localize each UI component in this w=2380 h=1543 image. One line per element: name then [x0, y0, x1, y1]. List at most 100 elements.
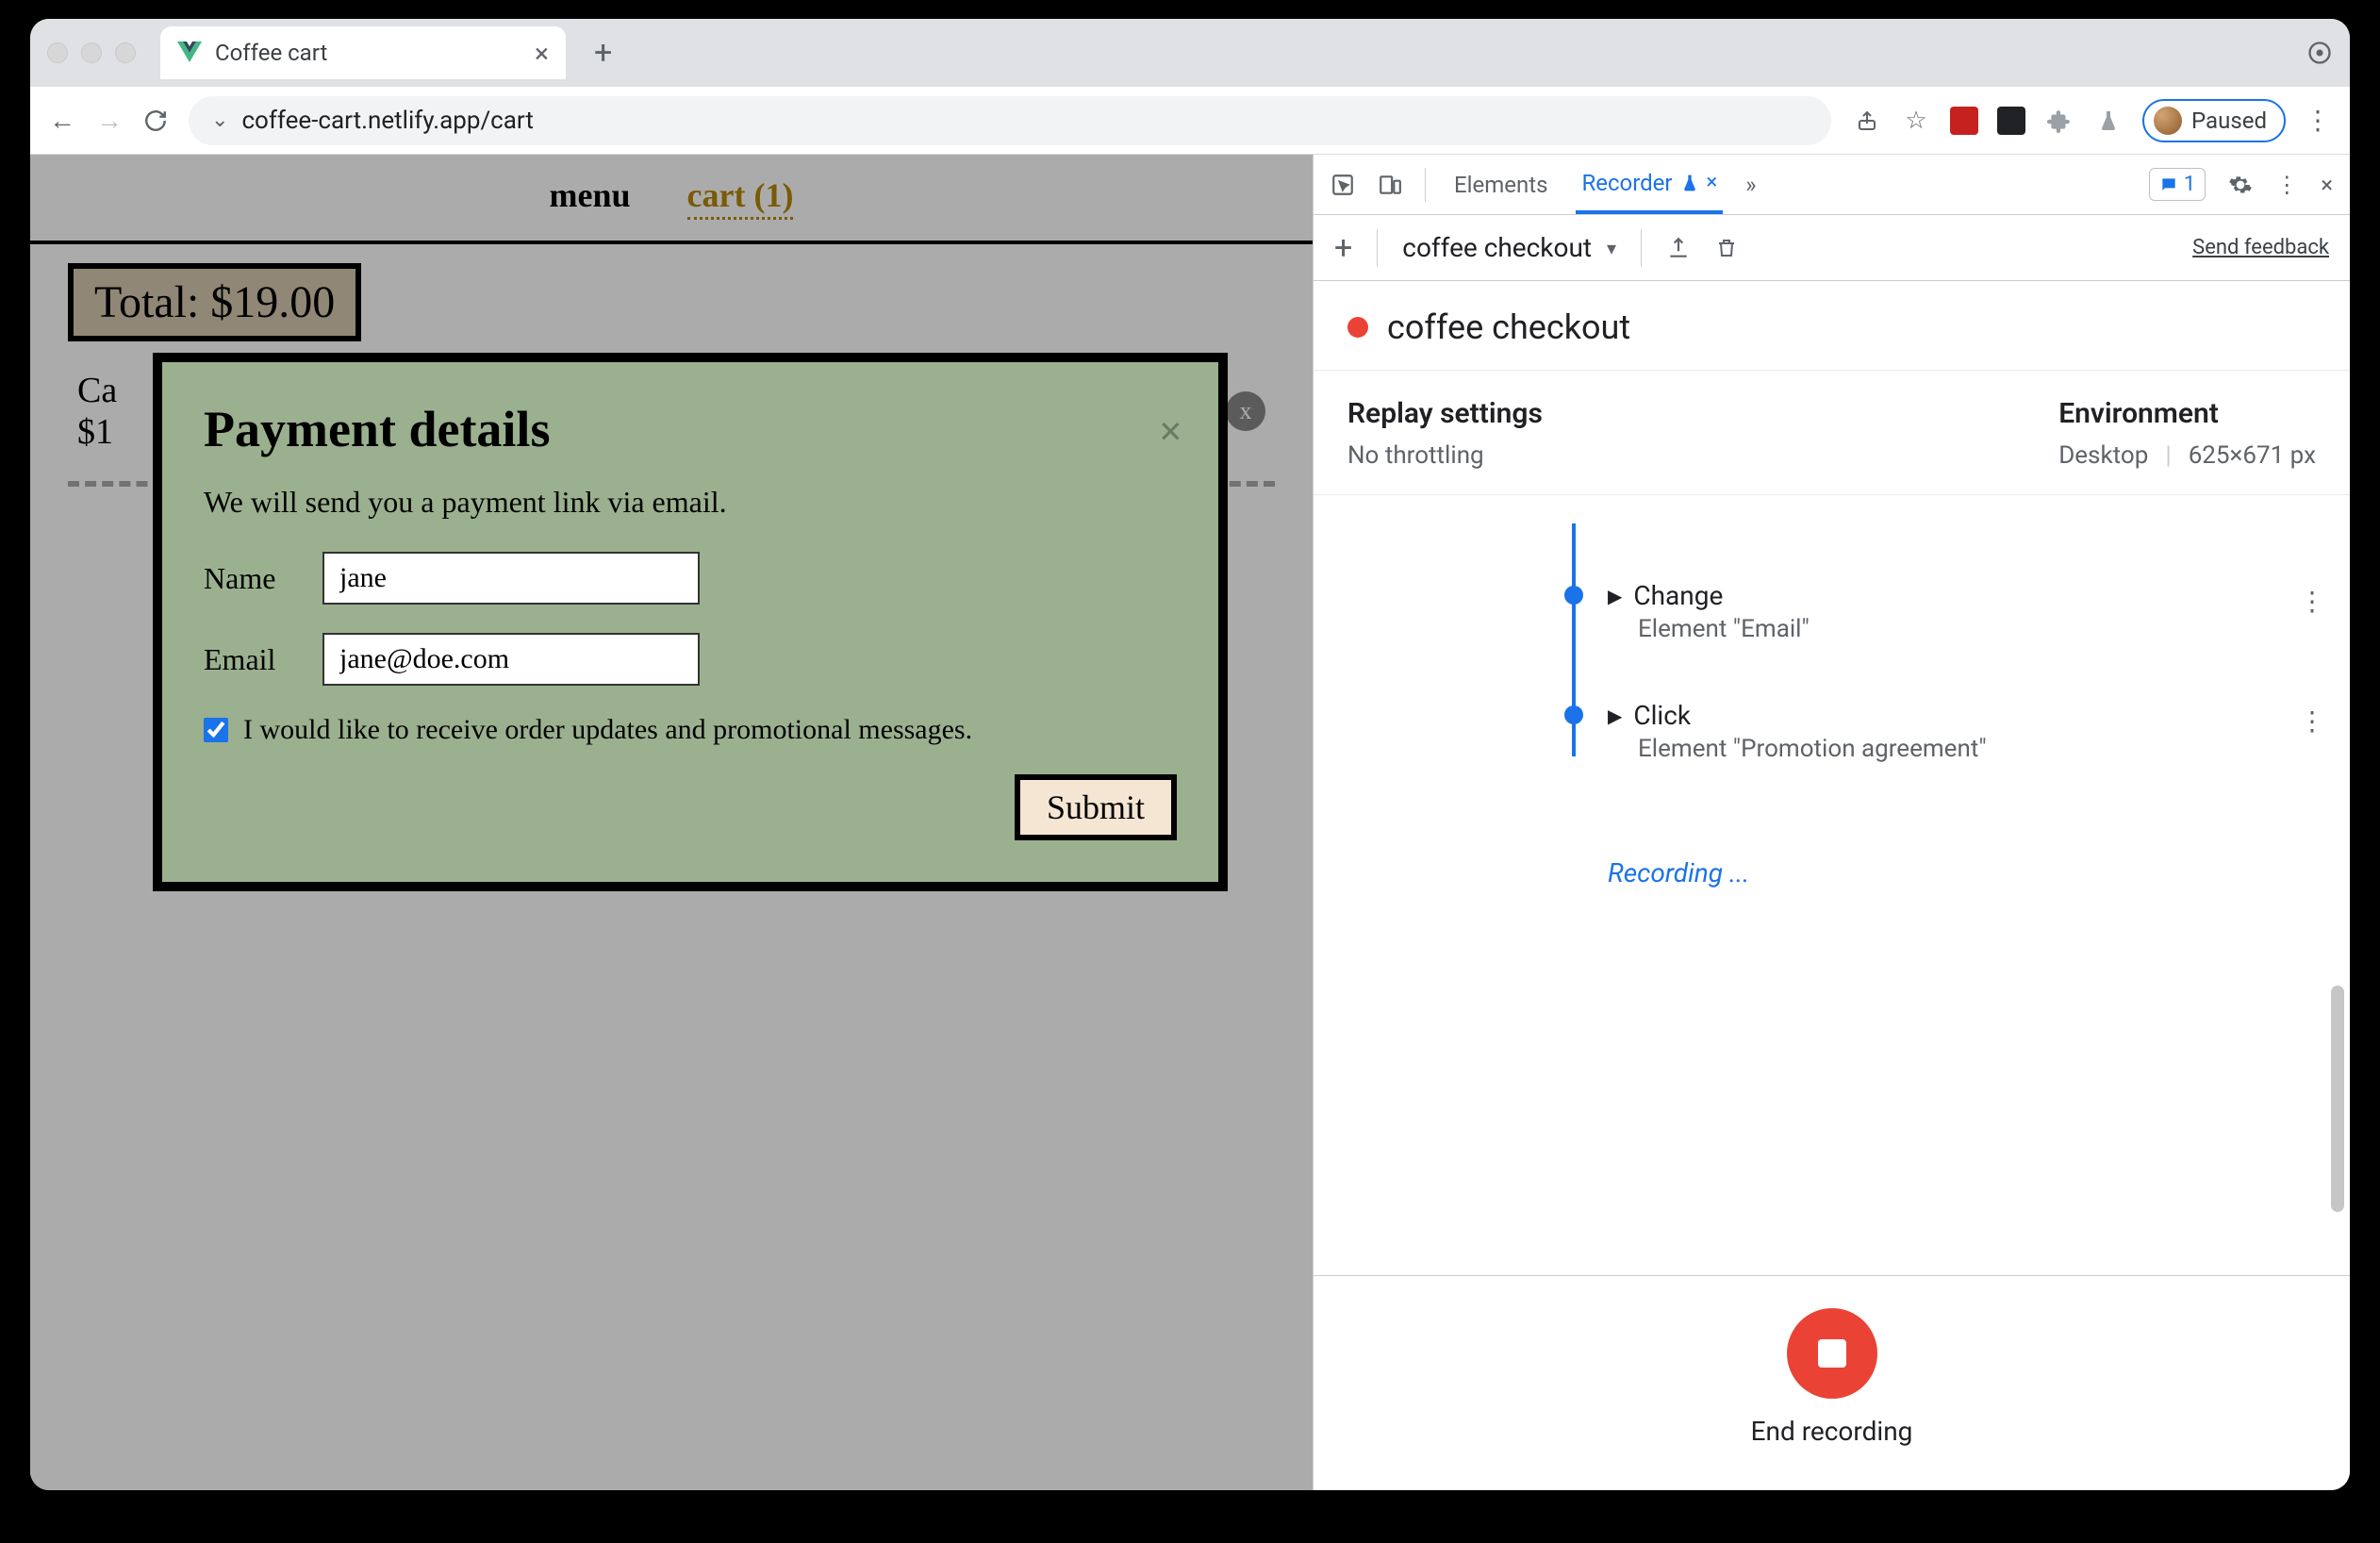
labs-icon[interactable]	[2093, 106, 2124, 136]
back-button[interactable]: ←	[49, 105, 75, 136]
issues-badge[interactable]: 1	[2149, 168, 2206, 201]
traffic-lights	[47, 42, 136, 63]
modal-title: Payment details	[204, 400, 1177, 458]
url-field[interactable]: ⌄ coffee-cart.netlify.app/cart	[189, 96, 1831, 145]
export-icon[interactable]	[1666, 236, 1691, 260]
replay-settings-col: Replay settings No throttling	[1347, 397, 1543, 470]
name-input[interactable]	[322, 552, 700, 605]
replay-settings-heading: Replay settings	[1347, 397, 1543, 430]
step-menu-icon[interactable]: ⋮	[2299, 705, 2325, 737]
send-feedback-link[interactable]: Send feedback	[2192, 236, 2329, 259]
delete-icon[interactable]	[1715, 236, 1738, 260]
browser-menu-icon[interactable]: ⋮	[2305, 105, 2331, 136]
divider	[1377, 229, 1378, 267]
devtools-menu-icon[interactable]: ⋮	[2275, 172, 2298, 198]
divider: |	[2165, 441, 2171, 470]
email-input[interactable]	[322, 633, 700, 686]
tab-recorder-close-icon[interactable]: ×	[1707, 171, 1718, 194]
environment-col: Environment Desktop | 625×671 px	[2058, 397, 2316, 470]
site-info-icon[interactable]: ⌄	[211, 108, 228, 132]
extension-icon-1[interactable]	[1950, 107, 1978, 135]
content-split: menu cart (1) Total: $19.00 Ca $1 00 x	[30, 155, 2350, 1490]
environment-size: 625×671 px	[2189, 441, 2316, 470]
promo-checkbox-row[interactable]: I would like to receive order updates an…	[204, 714, 1177, 746]
device-toggle-icon[interactable]	[1378, 173, 1402, 197]
traffic-light-zoom[interactable]	[115, 42, 136, 63]
modal-close-button[interactable]: ×	[1159, 407, 1182, 456]
submit-button[interactable]: Submit	[1015, 774, 1177, 840]
chat-icon	[2159, 175, 2178, 194]
inspect-icon[interactable]	[1330, 173, 1355, 197]
forward-button[interactable]: →	[96, 105, 123, 136]
settings-gear-icon[interactable]	[2228, 173, 2253, 197]
traffic-light-close[interactable]	[47, 42, 68, 63]
step-title: Click	[1633, 700, 1691, 731]
paused-label: Paused	[2191, 108, 2267, 134]
tab-title: Coffee cart	[215, 40, 327, 66]
tab-elements[interactable]: Elements	[1448, 155, 1553, 214]
environment-heading: Environment	[2058, 397, 2316, 430]
reload-button[interactable]	[143, 108, 168, 133]
tab-close-icon[interactable]: ×	[535, 38, 549, 69]
browser-window: Coffee cart × + ← → ⌄ coffee-cart.netlif…	[30, 19, 2350, 1490]
caret-right-icon[interactable]: ▶	[1608, 585, 1622, 607]
address-bar: ← → ⌄ coffee-cart.netlify.app/cart ☆ Pa	[30, 87, 2350, 155]
form-row-name: Name	[204, 552, 1177, 605]
caret-right-icon[interactable]: ▶	[1608, 705, 1622, 727]
timeline-node-icon	[1564, 705, 1583, 724]
email-label: Email	[204, 642, 298, 677]
step-subtitle: Element "Email"	[1608, 615, 2316, 643]
settings-row: Replay settings No throttling Environmen…	[1314, 371, 2350, 479]
incognito-icon	[2306, 40, 2333, 66]
tab-strip: Coffee cart × +	[30, 19, 2350, 87]
promo-checkbox[interactable]	[204, 718, 228, 742]
form-row-email: Email	[204, 633, 1177, 686]
timeline: ▶ Change Element "Email" ⋮ ▶ Click Eleme…	[1564, 523, 2316, 888]
promo-label: I would like to receive order updates an…	[243, 714, 972, 746]
scrollbar[interactable]	[2331, 986, 2344, 1212]
step-item[interactable]: ▶ Click Element "Promotion agreement" ⋮	[1564, 700, 2316, 763]
name-label: Name	[204, 561, 298, 596]
toolbar-right: ☆ Paused ⋮	[1852, 99, 2331, 142]
new-recording-button[interactable]: +	[1334, 229, 1352, 267]
recording-select[interactable]: coffee checkout ▾	[1402, 232, 1616, 263]
tab-recorder[interactable]: Recorder ×	[1576, 155, 1723, 214]
devtools-close-icon[interactable]: ×	[2321, 172, 2333, 198]
payment-modal: Payment details × We will send you a pay…	[153, 353, 1228, 891]
flask-icon	[1680, 174, 1699, 192]
environment-device: Desktop	[2058, 441, 2148, 470]
avatar	[2154, 107, 2182, 135]
devtools-tabs: Elements Recorder × » 1 ⋮	[1314, 155, 2350, 215]
recorder-toolbar: + coffee checkout ▾ Send feedback	[1314, 215, 2350, 281]
more-tabs-icon[interactable]: »	[1745, 172, 1756, 198]
profile-paused-pill[interactable]: Paused	[2142, 99, 2286, 142]
recorder-footer: End recording	[1314, 1275, 2350, 1490]
divider	[1641, 229, 1642, 267]
url-text: coffee-cart.netlify.app/cart	[241, 107, 533, 135]
new-tab-button[interactable]: +	[594, 34, 612, 72]
bookmark-icon[interactable]: ☆	[1901, 106, 1931, 136]
traffic-light-minimize[interactable]	[81, 42, 102, 63]
step-item[interactable]: ▶ Change Element "Email" ⋮	[1564, 580, 2316, 643]
replay-settings-value[interactable]: No throttling	[1347, 441, 1543, 470]
end-recording-label: End recording	[1751, 1416, 1913, 1447]
recording-dot-icon	[1347, 317, 1368, 338]
extension-icon-2[interactable]	[1997, 107, 2025, 135]
recording-status: Recording ...	[1608, 857, 2316, 888]
steps-area: ▶ Change Element "Email" ⋮ ▶ Click Eleme…	[1314, 495, 2350, 1275]
modal-description: We will send you a payment link via emai…	[204, 485, 1177, 520]
browser-tab[interactable]: Coffee cart ×	[160, 26, 566, 79]
vue-icon	[177, 41, 202, 64]
divider	[1425, 168, 1426, 202]
timeline-node-icon	[1564, 586, 1583, 605]
recording-header: coffee checkout	[1314, 281, 2350, 371]
devtools-panel: Elements Recorder × » 1 ⋮	[1313, 155, 2350, 1490]
end-recording-button[interactable]	[1787, 1308, 1877, 1399]
step-subtitle: Element "Promotion agreement"	[1608, 735, 2316, 763]
step-menu-icon[interactable]: ⋮	[2299, 586, 2325, 617]
step-title: Change	[1633, 580, 1723, 611]
share-icon[interactable]	[1852, 106, 1882, 136]
recording-title: coffee checkout	[1387, 307, 1630, 347]
extensions-puzzle-icon[interactable]	[2044, 106, 2074, 136]
chevron-down-icon: ▾	[1607, 237, 1616, 259]
